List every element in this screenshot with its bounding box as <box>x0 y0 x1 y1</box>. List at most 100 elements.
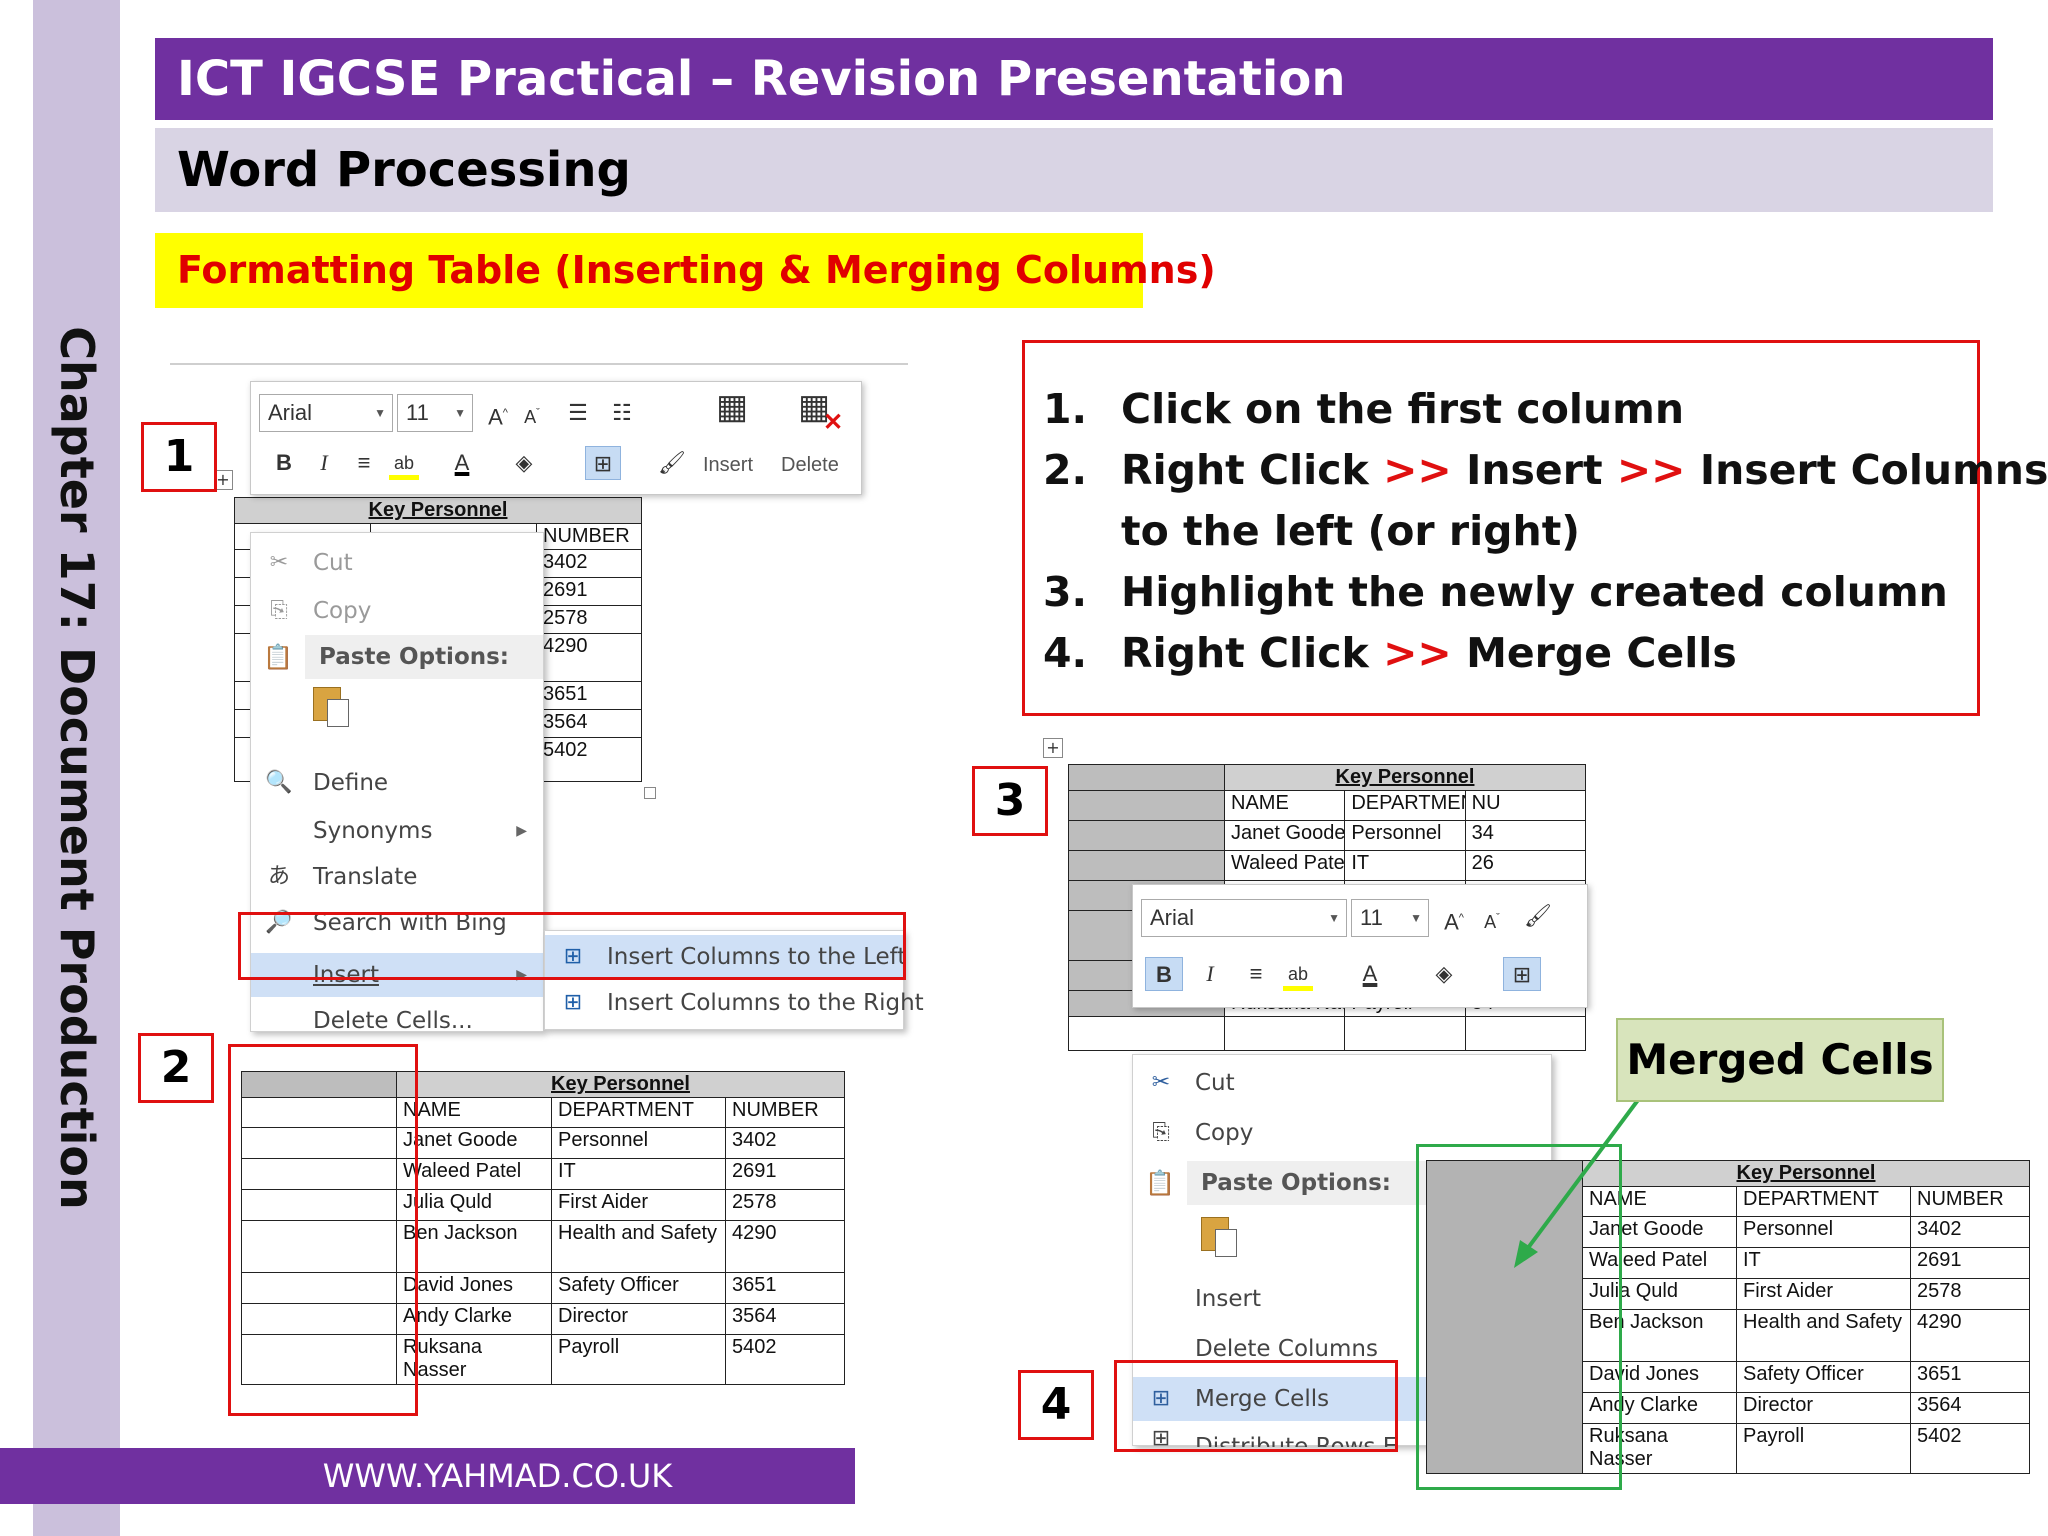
table-cell-number[interactable]: 2578 <box>725 1189 845 1221</box>
font-size-box[interactable]: 11 ▼ <box>1351 899 1429 937</box>
table-cell[interactable] <box>1068 764 1225 791</box>
table-cell-department[interactable]: Health and Safety <box>551 1220 726 1273</box>
table-move-handle-icon[interactable]: + <box>1043 738 1063 758</box>
borders-icon[interactable]: ⊞ <box>1503 957 1541 991</box>
table-cell-name[interactable]: Waleed Patel <box>1223 850 1346 881</box>
format-painter-icon[interactable]: 🖌 <box>657 446 687 480</box>
table-cell-number[interactable]: 3651 <box>536 681 642 710</box>
table-resize-handle[interactable] <box>644 787 656 799</box>
table-cell-number[interactable]: 3651 <box>725 1272 845 1304</box>
table-cell-name[interactable]: David Jones <box>396 1272 552 1304</box>
format-painter-icon[interactable]: 🖌 <box>1523 899 1553 933</box>
table-cell-number[interactable]: 3402 <box>1910 1216 2030 1248</box>
italic-icon[interactable]: I <box>309 446 339 480</box>
table-cell-number[interactable]: 2578 <box>536 605 642 634</box>
table-cell[interactable] <box>1068 820 1225 851</box>
table-header-department[interactable]: DEPARTMENT <box>551 1097 726 1128</box>
table-cell-number[interactable]: 5402 <box>536 737 642 782</box>
table-cell-name[interactable]: Janet Goode <box>396 1127 552 1159</box>
paste-keep-text-icon[interactable] <box>311 683 353 731</box>
shrink-font-icon[interactable]: Aˇ <box>1477 901 1507 935</box>
align-center-icon[interactable]: ≡ <box>1241 957 1271 991</box>
delete-label[interactable]: Delete <box>781 454 839 477</box>
table-cell-department[interactable]: First Aider <box>551 1189 726 1221</box>
insert-label[interactable]: Insert <box>703 454 753 477</box>
table-cell-number[interactable]: 3402 <box>536 549 642 578</box>
numbering-icon[interactable]: ☷ <box>607 396 637 430</box>
table-cell-department[interactable]: Personnel <box>1344 820 1466 851</box>
table-cell-department[interactable]: Personnel <box>1736 1216 1911 1248</box>
table-cell[interactable] <box>1068 1016 1225 1051</box>
grow-font-icon[interactable]: A^ <box>483 396 513 430</box>
table-cell[interactable] <box>1344 1016 1466 1051</box>
font-color-icon[interactable]: A <box>447 446 477 480</box>
table-cell-name[interactable]: Ruksana Nasser <box>396 1334 552 1385</box>
highlight-color-icon[interactable]: ab <box>389 446 419 480</box>
insert-table-icon[interactable]: ▦ <box>709 390 755 424</box>
menu-item-insert-columns-right[interactable]: ⊞ Insert Columns to the Right <box>545 981 924 1025</box>
table-cell-name[interactable]: Ben Jackson <box>396 1220 552 1273</box>
align-center-icon[interactable]: ≡ <box>349 446 379 480</box>
font-name-box[interactable]: Arial ▼ <box>1141 899 1347 937</box>
table-cell-name[interactable]: Waleed Patel <box>396 1158 552 1190</box>
table-cell-name[interactable]: Julia Quld <box>396 1189 552 1221</box>
table-header-name[interactable]: NAME <box>1223 790 1346 821</box>
table-cell-number[interactable]: 3564 <box>725 1303 845 1335</box>
table-cell-number[interactable]: 3564 <box>536 709 642 738</box>
table-cell-number[interactable]: 4290 <box>536 633 642 682</box>
table-cell-department[interactable]: IT <box>1736 1247 1911 1279</box>
menu-item-define[interactable]: 🔍 Define <box>251 761 543 805</box>
bullets-icon[interactable]: ☰ <box>563 396 593 430</box>
table-cell-department[interactable]: Safety Officer <box>551 1272 726 1304</box>
table-cell-department[interactable]: IT <box>551 1158 726 1190</box>
shrink-font-icon[interactable]: Aˇ <box>517 396 547 430</box>
menu-item-cut[interactable]: ✂ Cut <box>1133 1061 1551 1105</box>
grow-font-icon[interactable]: A^ <box>1439 901 1469 935</box>
table-cell-department[interactable]: Personnel <box>551 1127 726 1159</box>
table-cell-number[interactable]: 2691 <box>536 577 642 606</box>
table-cell-number[interactable]: 2691 <box>725 1158 845 1190</box>
table-cell[interactable] <box>1068 790 1225 821</box>
highlight-color-icon[interactable]: ab <box>1283 957 1313 991</box>
table-cell-name[interactable]: Andy Clarke <box>396 1303 552 1335</box>
table-cell-department[interactable]: Director <box>1736 1392 1911 1424</box>
table-header-number[interactable]: NUMBER <box>725 1097 845 1128</box>
table-cell-number[interactable]: 3402 <box>725 1127 845 1159</box>
borders-icon[interactable]: ⊞ <box>585 446 621 480</box>
table-header-number[interactable]: NUMBER <box>536 523 642 550</box>
menu-item-copy[interactable]: ⎘ Copy <box>251 589 543 633</box>
table-header-department[interactable]: DEPARTMENT <box>1736 1186 1911 1217</box>
table-cell[interactable] <box>1464 1016 1587 1051</box>
table-header-number[interactable]: NU <box>1464 790 1587 821</box>
table-cell-department[interactable]: Director <box>551 1303 726 1335</box>
shading-icon[interactable]: ◈ <box>1429 957 1459 991</box>
menu-item-synonyms[interactable]: Synonyms ▶ <box>251 809 543 853</box>
bold-icon[interactable]: B <box>269 446 299 480</box>
table-cell-number[interactable]: 2691 <box>1910 1247 2030 1279</box>
table-cell[interactable] <box>1068 850 1225 881</box>
menu-item-cut[interactable]: ✂ Cut <box>251 541 543 585</box>
table-cell-department[interactable]: First Aider <box>1736 1278 1911 1310</box>
shading-icon[interactable]: ◈ <box>509 446 539 480</box>
table-cell-number[interactable]: 4290 <box>1910 1309 2030 1362</box>
table-cell-number[interactable]: 3651 <box>1910 1361 2030 1393</box>
font-size-box[interactable]: 11 ▼ <box>397 394 473 432</box>
table-cell-number[interactable]: 34 <box>1464 820 1587 851</box>
menu-item-delete-cells[interactable]: Delete Cells... <box>251 999 543 1043</box>
table-cell-number[interactable]: 4290 <box>725 1220 845 1273</box>
table-header-department[interactable]: DEPARTMENT <box>1344 790 1466 821</box>
table-cell-department[interactable]: Payroll <box>551 1334 726 1385</box>
table-cell-department[interactable]: Payroll <box>1736 1423 1911 1474</box>
table-cell-number[interactable]: 5402 <box>725 1334 845 1385</box>
menu-item-translate[interactable]: あ Translate <box>251 855 543 899</box>
table-cell-number[interactable]: 3564 <box>1910 1392 2030 1424</box>
table-cell-number[interactable]: 5402 <box>1910 1423 2030 1474</box>
footer-website[interactable]: WWW.YAHMAD.CO.UK <box>0 1448 855 1504</box>
font-color-icon[interactable]: A <box>1355 957 1385 991</box>
table-header-number[interactable]: NUMBER <box>1910 1186 2030 1217</box>
table-cell-number[interactable]: 2578 <box>1910 1278 2030 1310</box>
table-cell-department[interactable]: Health and Safety <box>1736 1309 1911 1362</box>
table-cell-department[interactable]: IT <box>1344 850 1466 881</box>
bold-icon[interactable]: B <box>1145 957 1183 991</box>
table-header-name[interactable]: NAME <box>396 1097 552 1128</box>
